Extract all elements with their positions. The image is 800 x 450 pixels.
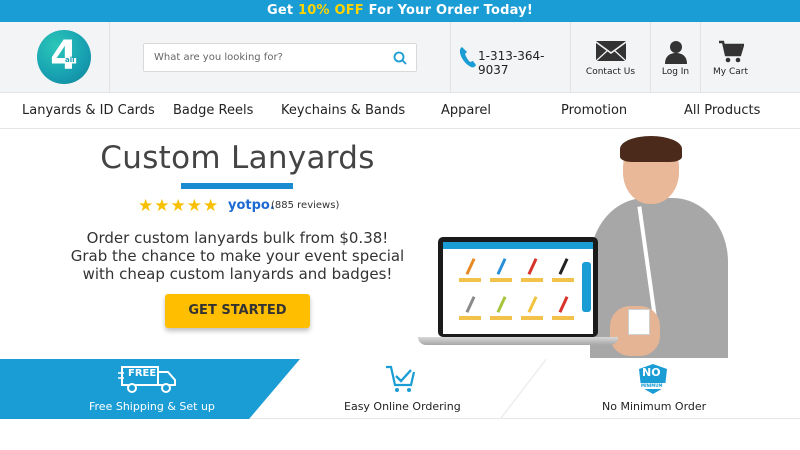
search-box — [143, 43, 417, 72]
promo-text-after: For Your Order Today! — [363, 3, 534, 18]
promo-text-before: Get — [266, 3, 298, 18]
screen-sidebar — [582, 262, 591, 312]
ordering-label: Easy Online Ordering — [344, 400, 461, 413]
features-strip: FREE Free Shipping & Set up Easy Online … — [0, 359, 800, 419]
cart-check-icon — [386, 365, 416, 392]
no-min-badge-top: NO — [642, 366, 661, 379]
logo-glyph: 4 — [50, 33, 78, 79]
user-icon — [664, 41, 687, 64]
login-label: Log In — [661, 67, 690, 77]
lanyard-thumb — [459, 256, 481, 282]
cart-label: My Cart — [713, 67, 748, 77]
nav-item-promotion[interactable]: Promotion — [561, 93, 627, 129]
lanyard-thumb — [552, 294, 574, 320]
hero-laptop-image — [418, 237, 618, 347]
lanyard-thumb — [521, 294, 543, 320]
phone-icon — [459, 47, 476, 68]
title-underline — [181, 183, 293, 189]
site-header: 4 all 1-313-364-9037 Contact Us Log In — [0, 22, 800, 93]
lanyard-thumb — [490, 294, 512, 320]
free-badge-text: FREE — [128, 368, 157, 379]
envelope-icon — [595, 41, 626, 62]
cart-icon — [718, 40, 744, 63]
main-nav: Lanyards & ID Cards Badge Reels Keychain… — [0, 93, 800, 129]
promo-bar[interactable]: Get 10% OFF For Your Order Today! — [0, 0, 800, 22]
login-button[interactable]: Log In — [650, 22, 700, 93]
no-minimum-label: No Minimum Order — [602, 400, 707, 413]
review-count[interactable]: (885 reviews) — [271, 200, 339, 211]
laptop-screen-content — [443, 242, 593, 334]
lanyard-thumb — [490, 256, 512, 282]
promo-highlight: 10% OFF — [298, 3, 364, 18]
contact-us-button[interactable]: Contact Us — [570, 22, 650, 93]
site-logo[interactable]: 4 all — [37, 30, 91, 84]
lanyard-thumb — [521, 256, 543, 282]
nav-item-all-products[interactable]: All Products — [684, 93, 760, 129]
laptop-base — [418, 337, 618, 345]
search-input[interactable] — [154, 44, 384, 71]
get-started-button[interactable]: GET STARTED — [165, 294, 310, 328]
person-hair — [620, 136, 682, 162]
screen-topbar — [443, 242, 593, 249]
lanyard-thumb — [552, 256, 574, 282]
contact-us-label: Contact Us — [585, 67, 636, 77]
phone-cell[interactable]: 1-313-364-9037 — [450, 22, 570, 93]
cart-button[interactable]: My Cart — [700, 22, 760, 93]
nav-item-lanyards[interactable]: Lanyards & ID Cards — [22, 93, 155, 129]
lanyard-thumb — [459, 294, 481, 320]
feature-divider — [500, 359, 546, 419]
no-min-badge-sub: MINIMUM — [641, 383, 663, 388]
nav-item-apparel[interactable]: Apparel — [441, 93, 491, 129]
logo-cell: 4 all — [0, 22, 110, 93]
nav-item-badge-reels[interactable]: Badge Reels — [173, 93, 253, 129]
logo-sub: all — [65, 56, 75, 64]
nav-item-keychains[interactable]: Keychains & Bands — [281, 93, 405, 129]
id-badge — [628, 309, 650, 335]
page-title: Custom Lanyards — [100, 140, 375, 176]
shipping-label: Free Shipping & Set up — [89, 400, 215, 413]
hero-description: Order custom lanyards bulk from $0.38! G… — [70, 229, 405, 283]
star-rating: ★★★★★ — [138, 196, 220, 216]
yotpo-logo: yotpo. — [228, 198, 275, 213]
phone-number[interactable]: 1-313-364-9037 — [478, 49, 570, 77]
search-icon[interactable] — [392, 50, 408, 66]
laptop-screen — [438, 237, 598, 337]
